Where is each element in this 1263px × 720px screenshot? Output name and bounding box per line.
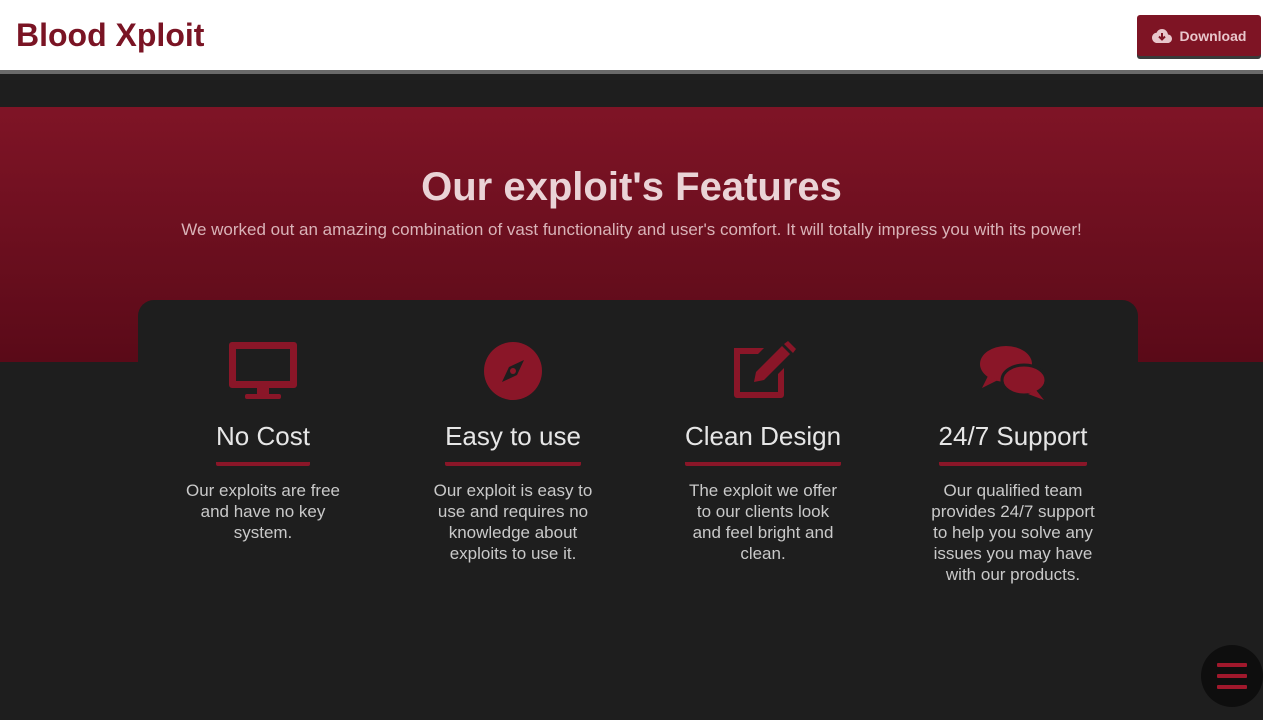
menu-button[interactable] <box>1201 645 1263 707</box>
monitor-icon <box>229 342 297 399</box>
compass-icon <box>484 342 542 400</box>
cloud-download-icon <box>1151 28 1172 43</box>
feature-description: Our qualified team provides 24/7 support… <box>931 481 1095 584</box>
chat-bubbles-icon <box>980 346 1048 400</box>
feature-title: 24/7 Support <box>938 420 1088 466</box>
download-button[interactable]: Download <box>1137 15 1261 56</box>
features-title: Our exploit's Features <box>421 165 842 209</box>
edit-icon <box>734 341 796 398</box>
feature-title: Easy to use <box>445 420 581 466</box>
feature-title: No Cost <box>216 420 310 466</box>
feature-description: The exploit we offer to our clients look… <box>688 481 838 563</box>
feature-description: Our exploit is easy to use and requires … <box>433 481 593 563</box>
site-logo[interactable]: Blood Xploit <box>16 16 204 54</box>
dark-strip <box>0 74 1263 107</box>
feature-clean-design: Clean Design The exploit we offer to our… <box>648 340 878 564</box>
feature-title: Clean Design <box>684 420 842 466</box>
download-label: Download <box>1179 27 1247 44</box>
feature-support: 24/7 Support Our qualified team provides… <box>898 340 1128 585</box>
feature-description: Our exploits are free and have no key sy… <box>185 481 340 542</box>
feature-easy-to-use: Easy to use Our exploit is easy to use a… <box>398 340 628 564</box>
hamburger-menu-icon <box>1217 674 1247 678</box>
hamburger-menu-icon <box>1217 685 1247 689</box>
feature-no-cost: No Cost Our exploits are free and have n… <box>148 340 378 543</box>
features-subtitle: We worked out an amazing combination of … <box>181 220 1082 239</box>
hamburger-menu-icon <box>1217 663 1247 667</box>
